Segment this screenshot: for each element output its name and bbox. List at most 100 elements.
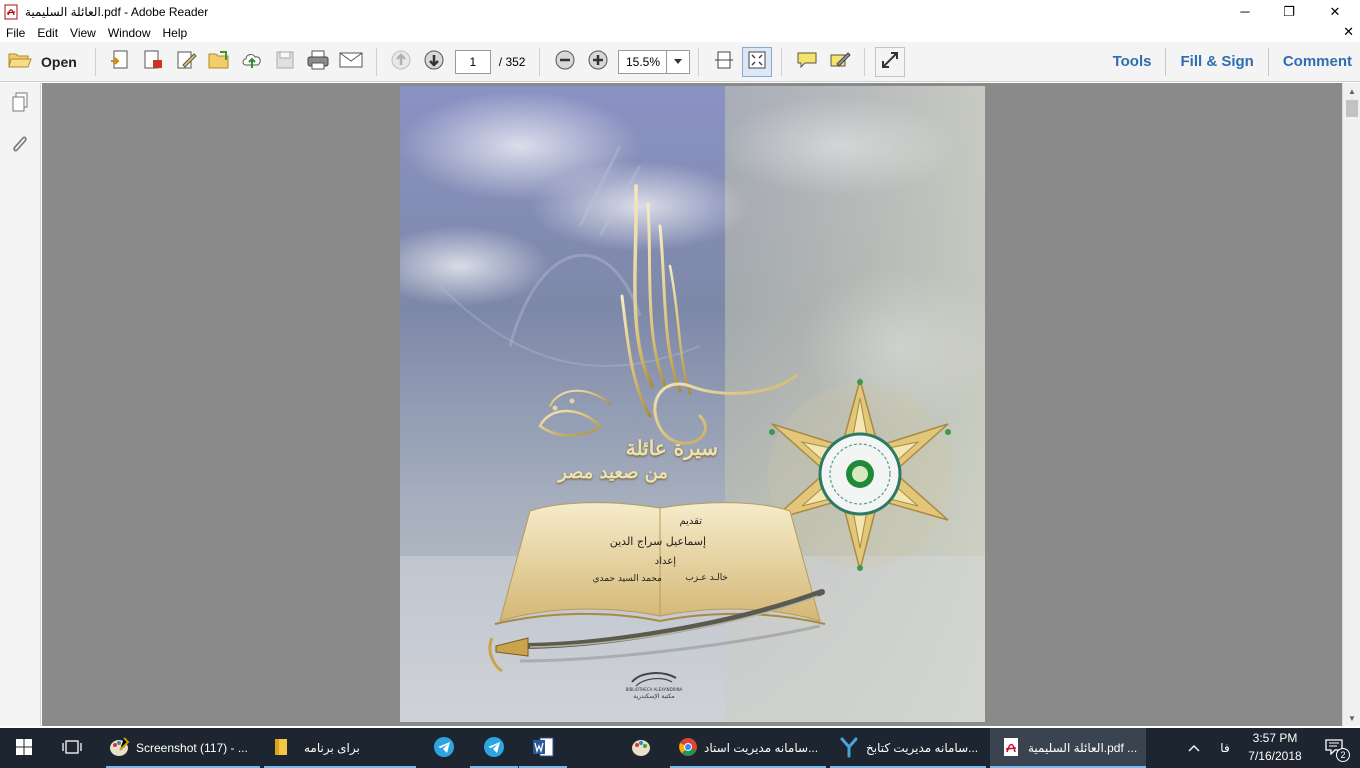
page-thumbnails-button[interactable] xyxy=(8,91,32,115)
clock-time[interactable]: 3:57 PM xyxy=(1242,731,1308,745)
taskbar-item-chrome[interactable]: سامانه مديريت استاد... xyxy=(670,728,826,768)
app-icon xyxy=(838,736,860,761)
create-pdf-button[interactable] xyxy=(105,47,135,77)
open-button[interactable]: Open xyxy=(8,50,77,73)
print-button[interactable] xyxy=(303,47,333,77)
taskbar-item-screenshot[interactable]: Screenshot (117) - ... xyxy=(106,728,260,768)
toolbar-separator xyxy=(864,47,866,76)
menu-file[interactable]: File xyxy=(0,26,31,40)
arrow-down-circle-icon xyxy=(423,49,445,74)
page-number-input[interactable]: 1 xyxy=(454,49,491,74)
menu-view[interactable]: View xyxy=(64,26,102,40)
window-title: العائلة السليمية.pdf - Adobe Reader xyxy=(25,4,209,19)
chrome-icon xyxy=(678,737,698,760)
taskbar-item-telegram-2[interactable] xyxy=(470,728,518,768)
scrollbar-thumb[interactable] xyxy=(1346,100,1358,117)
taskbar-item-library-app[interactable]: سامانه مدیریت کتابخ... xyxy=(830,728,986,768)
start-button[interactable] xyxy=(0,728,48,768)
input-language-indicator[interactable]: فا xyxy=(1212,728,1238,768)
taskbar-item-adobe-reader[interactable]: العائلة السليمية.pdf ... xyxy=(990,728,1146,768)
paint-icon xyxy=(630,736,652,761)
next-page-button[interactable] xyxy=(419,47,449,77)
show-hidden-icons-button[interactable] xyxy=(1182,728,1206,768)
attachments-button[interactable] xyxy=(8,133,32,157)
zoom-out-button[interactable] xyxy=(550,47,580,77)
taskbar-item-word[interactable] xyxy=(519,728,567,768)
action-center-button[interactable]: 2 xyxy=(1314,728,1354,768)
taskbar-item-label: برای برنامه xyxy=(304,741,360,755)
close-document-button[interactable]: ✕ xyxy=(1343,24,1354,40)
zoom-select[interactable]: 15.5% xyxy=(618,49,691,74)
save-button[interactable] xyxy=(270,47,300,77)
highlight-button[interactable] xyxy=(825,47,855,77)
edit-pdf-icon xyxy=(175,49,197,74)
toolbar-separator xyxy=(375,47,377,76)
pdf-icon xyxy=(1002,737,1022,760)
vertical-scrollbar[interactable]: ▲ ▼ xyxy=(1342,83,1360,726)
prepared-label: إعداد xyxy=(654,556,676,567)
previous-page-button[interactable] xyxy=(386,47,416,77)
minimize-button[interactable]: ─ xyxy=(1222,0,1268,23)
export-pdf-button[interactable] xyxy=(138,47,168,77)
fit-width-icon xyxy=(713,49,735,74)
arrow-up-circle-icon xyxy=(390,49,412,74)
task-view-button[interactable] xyxy=(48,728,96,768)
taskbar-item-label: سامانه مدیریت کتابخ... xyxy=(866,741,979,755)
fit-page-icon xyxy=(746,49,768,74)
pages-icon xyxy=(10,91,30,116)
zoom-in-button[interactable] xyxy=(583,47,613,77)
fit-width-button[interactable] xyxy=(709,47,739,77)
zoom-value: 15.5% xyxy=(619,50,668,73)
expand-icon xyxy=(880,50,900,73)
export-pdf-icon xyxy=(142,49,164,74)
taskbar-item-folder[interactable]: برای برنامه xyxy=(264,728,416,768)
taskbar-item-paint[interactable] xyxy=(617,728,665,768)
preface-label: تقديم xyxy=(679,516,702,527)
pdf-page-cover: سيرة عائلة من صعيد مصر تقديم إسماعيل سرا… xyxy=(400,86,985,722)
clock-date[interactable]: 7/16/2018 xyxy=(1242,749,1308,763)
cover-subtitle-line1: سيرة عائلة xyxy=(625,436,718,460)
menu-help[interactable]: Help xyxy=(157,26,194,40)
menu-edit[interactable]: Edit xyxy=(31,26,64,40)
chevron-down-icon[interactable] xyxy=(667,51,689,73)
toolbar-separator xyxy=(698,47,700,76)
edit-pdf-button[interactable] xyxy=(171,47,201,77)
taskbar-item-label: Screenshot (117) - ... xyxy=(136,741,248,755)
close-button[interactable]: ✕ xyxy=(1312,0,1358,23)
fill-sign-panel-link[interactable]: Fill & Sign xyxy=(1166,47,1267,77)
publisher-name-latin: BIBLIOTHECA ALEXANDRINA xyxy=(625,687,683,692)
open-label: Open xyxy=(41,53,77,70)
create-pdf-icon xyxy=(109,49,131,74)
fit-page-button[interactable] xyxy=(741,46,772,77)
toolbar-separator xyxy=(539,47,541,76)
combine-files-button[interactable] xyxy=(204,47,234,77)
maximize-button[interactable]: ❐ xyxy=(1266,0,1312,23)
comment-bubble-icon xyxy=(796,50,818,73)
task-view-icon xyxy=(62,739,82,757)
scroll-down-arrow-icon[interactable]: ▼ xyxy=(1343,710,1360,726)
highlighter-icon xyxy=(829,50,851,73)
save-icon xyxy=(274,49,296,74)
tools-panel-link[interactable]: Tools xyxy=(1099,47,1166,77)
sticky-note-button[interactable] xyxy=(792,47,822,77)
title-bar: العائلة السليمية.pdf - Adobe Reader ─ ❐ … xyxy=(0,0,1360,23)
menu-window[interactable]: Window xyxy=(102,26,157,40)
windows-logo-icon xyxy=(16,738,32,758)
taskbar-item-label: العائلة السليمية.pdf ... xyxy=(1028,741,1138,755)
taskbar-item-label: سامانه مديريت استاد... xyxy=(704,741,819,755)
scroll-up-arrow-icon[interactable]: ▲ xyxy=(1343,83,1360,99)
author-2: محمد السيد حمدي xyxy=(592,574,662,584)
taskbar-item-telegram-1[interactable] xyxy=(420,728,468,768)
full-screen-button[interactable] xyxy=(874,46,905,77)
word-icon xyxy=(532,737,554,760)
paint-icon xyxy=(108,736,130,761)
email-button[interactable] xyxy=(336,47,366,77)
menu-bar: File Edit View Window Help ✕ xyxy=(0,23,1360,42)
comment-panel-link[interactable]: Comment xyxy=(1269,47,1360,77)
plus-circle-icon xyxy=(587,49,609,74)
open-folder-icon xyxy=(8,50,32,73)
navigation-pane xyxy=(0,83,41,726)
upload-cloud-button[interactable] xyxy=(237,47,267,77)
minus-circle-icon xyxy=(554,49,576,74)
paperclip-icon xyxy=(10,133,30,158)
